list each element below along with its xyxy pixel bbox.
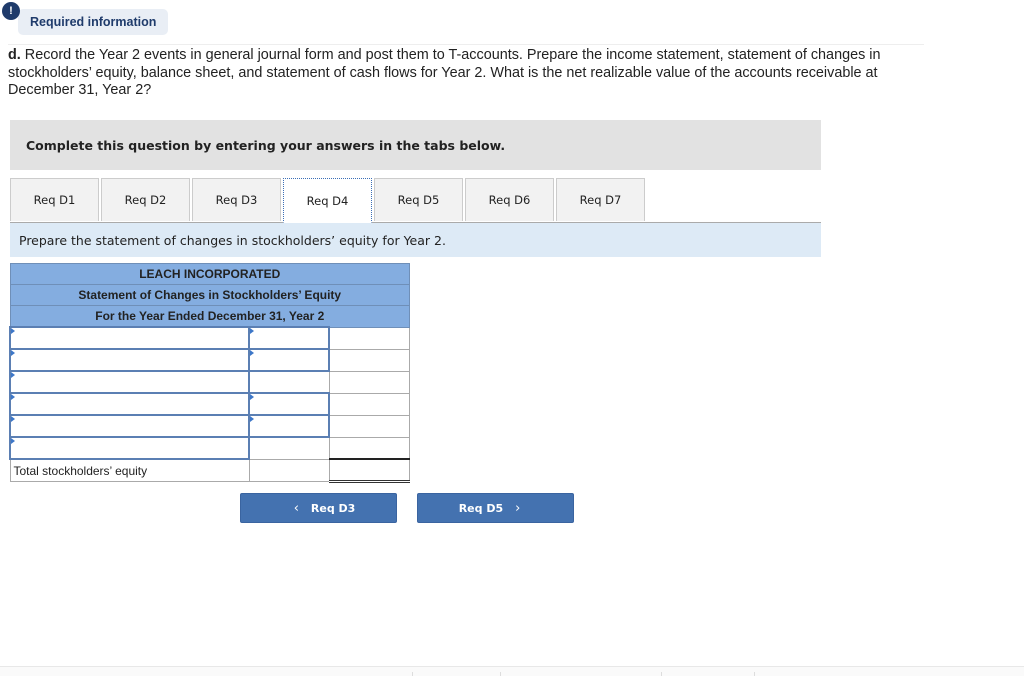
total-amount1-cell [248, 458, 330, 482]
tab-req-d3[interactable]: Req D3 [192, 178, 281, 221]
amount2-input[interactable] [330, 351, 409, 369]
amount2-input[interactable] [330, 417, 409, 435]
total-amount2-input[interactable] [329, 461, 409, 479]
total-amount2-cell [328, 458, 411, 483]
row-label-input[interactable] [11, 329, 249, 347]
question-prefix: d. [8, 47, 21, 63]
amount1-cell [248, 326, 331, 350]
amount1-cell [248, 436, 330, 460]
statement-table: LEACH INCORPORATED Statement of Changes … [8, 263, 411, 483]
question-body: Record the Year 2 events in general jour… [8, 47, 881, 98]
prev-req-label: Req D3 [310, 501, 356, 515]
next-req-label: Req D5 [458, 501, 504, 515]
table-row [8, 326, 411, 350]
amount2-cell [328, 326, 411, 350]
statement-period: For the Year Ended December 31, Year 2 [9, 305, 410, 328]
table-row [8, 348, 411, 372]
row-label-cell [8, 370, 251, 394]
amount1-input[interactable] [250, 439, 329, 458]
instructions-text: Complete this question by entering your … [26, 137, 506, 153]
total-row: Total stockholders’ equity [9, 458, 411, 483]
row-label-input[interactable] [11, 373, 249, 391]
tab-req-d1[interactable]: Req D1 [10, 178, 99, 221]
row-label-input[interactable] [11, 395, 249, 413]
prompt-text: Prepare the statement of changes in stoc… [19, 232, 446, 248]
row-label-input[interactable] [11, 439, 249, 457]
prompt-bar: Prepare the statement of changes in stoc… [10, 223, 821, 257]
amount2-cell [328, 436, 411, 460]
amount1-input[interactable] [250, 417, 329, 435]
row-label-cell [8, 392, 251, 416]
statement-title: Statement of Changes in Stockholders’ Eq… [9, 284, 410, 306]
amount1-cell [248, 392, 331, 416]
required-information-label: Required information [30, 15, 157, 29]
amount1-input[interactable] [250, 329, 329, 347]
company-name: LEACH INCORPORATED [9, 263, 410, 285]
footer-tick [500, 672, 501, 676]
amount1-cell [248, 370, 330, 394]
table-row [8, 414, 411, 438]
required-information-badge: Required information [18, 9, 169, 35]
amount2-cell [328, 370, 411, 394]
prev-req-button[interactable]: ‹ Req D3 [240, 493, 397, 523]
row-label-cell [8, 436, 251, 460]
tab-req-d4[interactable]: Req D4 [283, 178, 372, 223]
tab-req-d7[interactable]: Req D7 [556, 178, 645, 221]
amount1-input[interactable] [250, 395, 329, 413]
chevron-right-icon: › [515, 500, 521, 516]
footer-tick [754, 672, 755, 676]
row-label-cell [8, 414, 251, 438]
amount1-input[interactable] [250, 351, 329, 369]
row-label-input[interactable] [11, 351, 249, 369]
amount1-cell [248, 414, 331, 438]
table-row [8, 436, 411, 460]
chevron-left-icon: ‹ [293, 500, 299, 516]
alert-icon: ! [2, 2, 20, 20]
total-label: Total stockholders’ equity [9, 458, 250, 482]
question-text: d. Record the Year 2 events in general j… [8, 47, 888, 100]
amount2-input[interactable] [330, 329, 409, 347]
total-amount1-input[interactable] [249, 461, 329, 480]
amount1-input[interactable] [250, 373, 329, 391]
tab-req-d5[interactable]: Req D5 [374, 178, 463, 221]
amount2-input[interactable] [330, 395, 409, 413]
table-row [8, 370, 411, 394]
next-req-button[interactable]: Req D5 › [417, 493, 574, 523]
footer-bar [0, 667, 1024, 676]
tab-req-d6[interactable]: Req D6 [465, 178, 554, 221]
tab-req-d2[interactable]: Req D2 [101, 178, 190, 221]
row-label-cell [8, 326, 251, 350]
row-label-cell [8, 348, 251, 372]
amount2-cell [328, 348, 411, 372]
amount2-input[interactable] [329, 438, 409, 457]
amount2-cell [328, 392, 411, 416]
amount2-cell [328, 414, 411, 438]
instructions-bar: Complete this question by entering your … [10, 120, 821, 170]
requirement-tabs: Req D1 Req D2 Req D3 Req D4 Req D5 Req D… [10, 178, 647, 223]
amount1-cell [248, 348, 331, 372]
table-row [8, 392, 411, 416]
footer-tick [412, 672, 413, 676]
footer-tick [661, 672, 662, 676]
row-label-input[interactable] [11, 417, 249, 435]
divider [8, 44, 924, 45]
amount2-input[interactable] [329, 373, 409, 391]
